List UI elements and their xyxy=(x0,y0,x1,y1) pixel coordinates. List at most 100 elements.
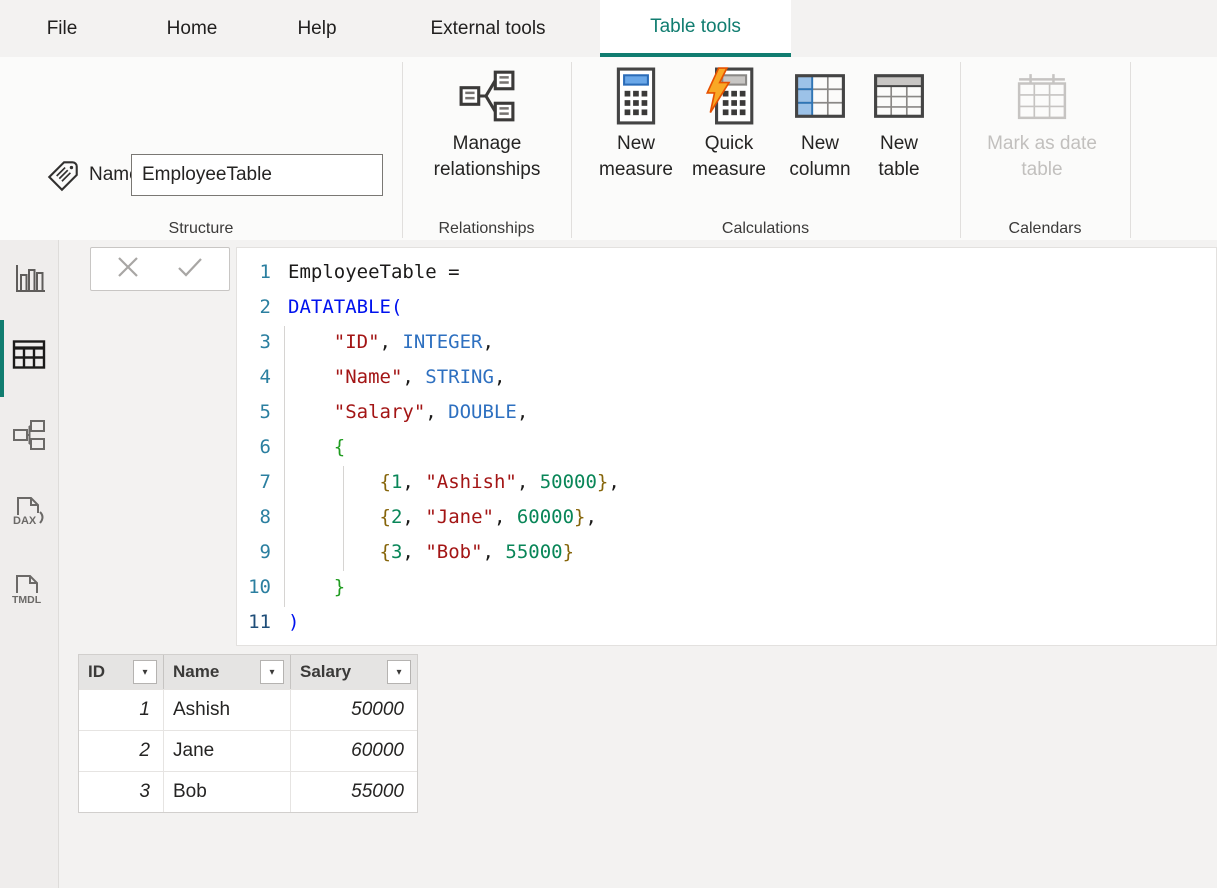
code-text: "ID", INTEGER, xyxy=(288,325,494,360)
new-column-icon xyxy=(794,65,846,127)
table-row: 3Bob55000 xyxy=(79,771,417,812)
column-header[interactable]: Salary▾ xyxy=(291,655,417,689)
table-cell[interactable]: 60000 xyxy=(291,730,417,771)
menu-tab-table-tools[interactable]: Table tools xyxy=(600,0,791,57)
code-text: DATATABLE( xyxy=(288,290,402,325)
dax-icon-label: DAX xyxy=(13,515,37,527)
table-cell[interactable]: Jane xyxy=(164,730,291,771)
new-measure-icon xyxy=(616,65,656,127)
table-name-input[interactable] xyxy=(131,154,383,196)
menu-tab-help[interactable]: Help xyxy=(282,0,352,57)
table-cell[interactable]: 1 xyxy=(79,689,164,730)
code-text: { xyxy=(288,430,345,465)
ribbon: Name Structure Manage relationships Rela… xyxy=(0,57,1217,240)
menu-tab-home[interactable]: Home xyxy=(148,0,236,57)
new-table-icon xyxy=(873,65,925,127)
filter-dropdown-button[interactable]: ▾ xyxy=(133,660,157,684)
column-header-label: ID xyxy=(79,662,105,682)
menu-bar: File Home Help External tools Table tool… xyxy=(0,0,1217,57)
tag-icon xyxy=(44,157,82,200)
manage-relationships-button[interactable]: Manage relationships xyxy=(410,65,564,215)
button-label: New table xyxy=(865,131,933,183)
code-text: "Name", STRING, xyxy=(288,360,505,395)
ribbon-divider xyxy=(1130,62,1131,238)
button-label: Quick measure xyxy=(684,131,774,183)
column-header[interactable]: Name ▾ xyxy=(164,655,291,689)
code-line[interactable]: 11) xyxy=(237,605,1216,640)
code-text: "Salary", DOUBLE, xyxy=(288,395,528,430)
filter-dropdown-button[interactable]: ▾ xyxy=(260,660,284,684)
new-table-button[interactable]: New table xyxy=(865,65,933,215)
group-label-structure: Structure xyxy=(0,218,402,240)
data-table-body: 1Ashish500002Jane600003Bob55000 xyxy=(79,689,417,812)
report-view-icon xyxy=(12,261,46,300)
line-number: 4 xyxy=(237,360,271,395)
line-number: 9 xyxy=(237,535,271,570)
line-number: 6 xyxy=(237,430,271,465)
table-cell[interactable]: 2 xyxy=(79,730,164,771)
manage-relationships-icon xyxy=(458,65,516,127)
table-cell[interactable]: 55000 xyxy=(291,771,417,812)
code-line[interactable]: 8 {2, "Jane", 60000}, xyxy=(237,500,1216,535)
view-switcher-sidebar: DAX TMDL xyxy=(0,240,59,888)
sidebar-item-dax-query-view[interactable]: DAX xyxy=(0,484,58,544)
column-header[interactable]: ID ▾ xyxy=(79,655,164,689)
sidebar-item-model-view[interactable] xyxy=(0,407,58,467)
mark-as-date-table-icon xyxy=(1016,65,1068,127)
code-text: ) xyxy=(288,605,299,640)
table-cell[interactable]: 50000 xyxy=(291,689,417,730)
new-measure-button[interactable]: New measure xyxy=(591,65,681,215)
line-number: 7 xyxy=(237,465,271,500)
ribbon-divider xyxy=(402,62,403,238)
table-row: 2Jane60000 xyxy=(79,730,417,771)
button-label: Manage relationships xyxy=(410,131,564,183)
sidebar-item-tmdl-view[interactable]: TMDL xyxy=(0,562,58,622)
line-number: 11 xyxy=(237,605,271,640)
code-text: } xyxy=(288,570,345,605)
sidebar-item-table-view[interactable] xyxy=(0,327,58,387)
code-line[interactable]: 2DATATABLE( xyxy=(237,290,1216,325)
new-column-button[interactable]: New column xyxy=(776,65,864,215)
data-table-header: ID▾Name▾Salary▾ xyxy=(79,655,417,689)
sidebar-item-report-view[interactable] xyxy=(0,250,58,310)
group-label-relationships: Relationships xyxy=(402,218,571,240)
line-number: 5 xyxy=(237,395,271,430)
table-cell[interactable]: Ashish xyxy=(164,689,291,730)
button-label: Mark as date table xyxy=(972,131,1112,183)
code-line[interactable]: 9 {3, "Bob", 55000} xyxy=(237,535,1216,570)
group-label-calculations: Calculations xyxy=(571,218,960,240)
table-cell[interactable]: Bob xyxy=(164,771,291,812)
code-line[interactable]: 10 } xyxy=(237,570,1216,605)
menu-tab-external-tools[interactable]: External tools xyxy=(398,0,578,57)
code-line[interactable]: 6 { xyxy=(237,430,1216,465)
code-line[interactable]: 5 "Salary", DOUBLE, xyxy=(237,395,1216,430)
filter-dropdown-button[interactable]: ▾ xyxy=(387,660,411,684)
menu-tab-file[interactable]: File xyxy=(28,0,96,57)
table-cell[interactable]: 3 xyxy=(79,771,164,812)
table-view-icon xyxy=(12,339,46,375)
line-number: 3 xyxy=(237,325,271,360)
dax-query-view-icon: DAX xyxy=(10,493,48,536)
code-text: {2, "Jane", 60000}, xyxy=(288,500,597,535)
data-preview-table: ID▾Name▾Salary▾ 1Ashish500002Jane600003B… xyxy=(78,654,418,813)
code-line[interactable]: 4 "Name", STRING, xyxy=(237,360,1216,395)
code-text: {1, "Ashish", 50000}, xyxy=(288,465,620,500)
column-header-label: Name xyxy=(164,662,219,682)
code-line[interactable]: 7 {1, "Ashish", 50000}, xyxy=(237,465,1216,500)
code-line[interactable]: 3 "ID", INTEGER, xyxy=(237,325,1216,360)
tmdl-icon-label: TMDL xyxy=(12,594,42,606)
commit-formula-button[interactable] xyxy=(176,255,204,284)
code-line[interactable]: 1 EmployeeTable = xyxy=(237,255,1216,290)
line-number: 1 xyxy=(237,255,271,290)
model-view-icon xyxy=(12,418,46,457)
ribbon-divider xyxy=(571,62,572,238)
code-text: EmployeeTable = xyxy=(288,255,460,290)
line-number: 10 xyxy=(237,570,271,605)
table-row: 1Ashish50000 xyxy=(79,689,417,730)
indent-guide xyxy=(284,326,285,607)
quick-measure-button[interactable]: Quick measure xyxy=(684,65,774,215)
cancel-formula-button[interactable] xyxy=(116,255,140,284)
dax-formula-editor[interactable]: 1 EmployeeTable =2DATATABLE(3 "ID", INTEG… xyxy=(236,247,1217,646)
dax-editor-lines: 1 EmployeeTable =2DATATABLE(3 "ID", INTEG… xyxy=(237,255,1216,640)
ribbon-divider xyxy=(960,62,961,238)
